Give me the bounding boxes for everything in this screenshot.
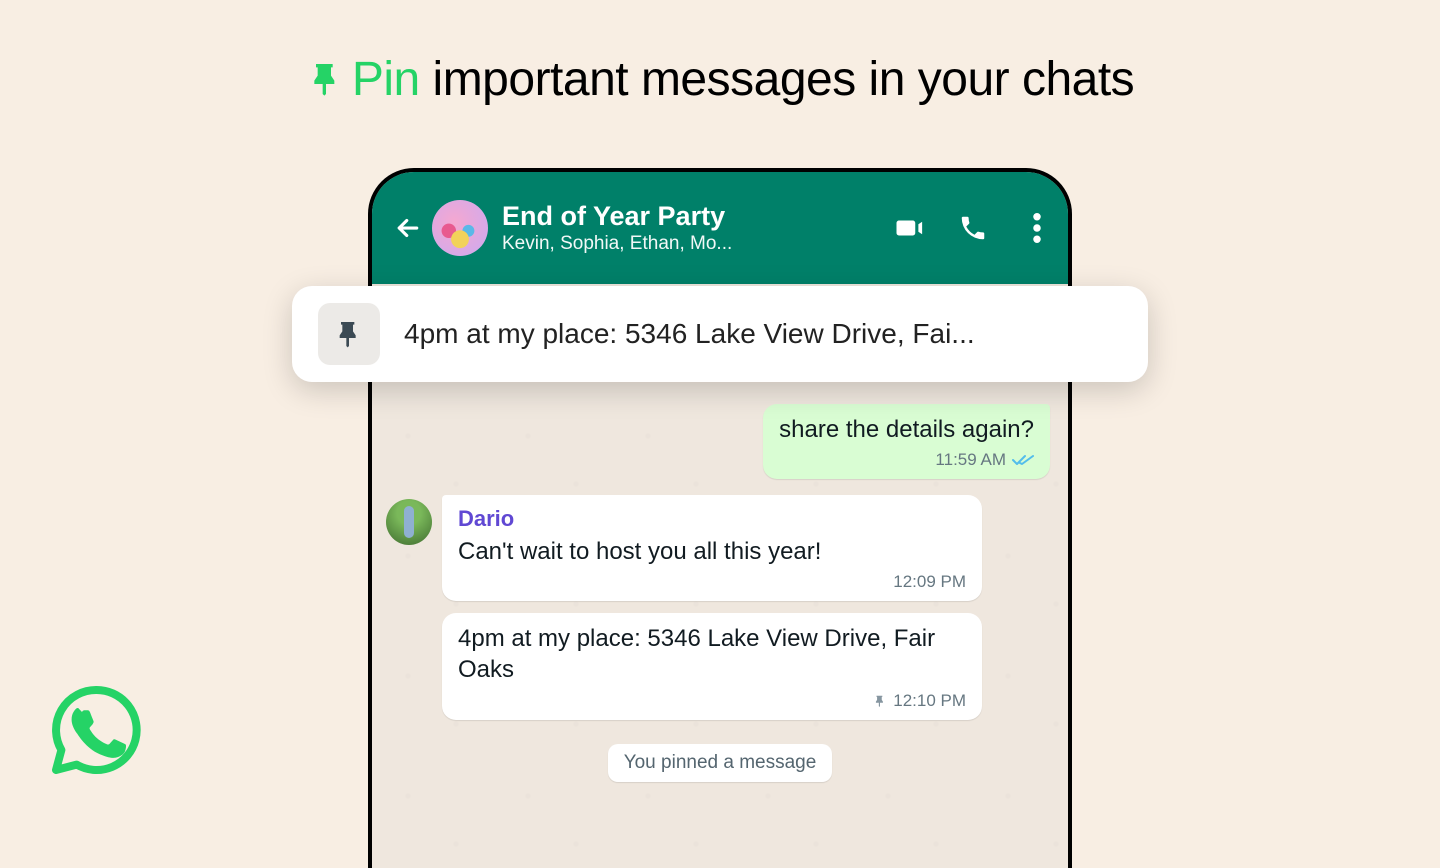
sender-avatar[interactable] (386, 499, 432, 545)
message-received[interactable]: Dario Can't wait to host you all this ye… (372, 493, 1068, 611)
pin-icon (306, 59, 346, 99)
pin-indicator-icon (873, 694, 887, 708)
promo-headline: Pin important messages in your chats (0, 52, 1440, 107)
chat-header: End of Year Party Kevin, Sophia, Ethan, … (372, 172, 1068, 284)
video-call-button[interactable] (894, 213, 924, 243)
headline-accent: Pin (352, 53, 420, 106)
group-avatar[interactable] (432, 200, 488, 256)
phone-frame: End of Year Party Kevin, Sophia, Ethan, … (368, 168, 1072, 868)
voice-call-button[interactable] (958, 213, 988, 243)
message-text: share the details again? (779, 414, 1034, 445)
pinned-message-banner[interactable]: 4pm at my place: 5346 Lake View Drive, F… (292, 286, 1148, 382)
message-time: 11:59 AM (935, 449, 1006, 471)
back-button[interactable] (392, 212, 424, 244)
headline-rest: important messages in your chats (420, 53, 1135, 106)
whatsapp-logo-icon (48, 682, 144, 778)
message-time: 12:10 PM (893, 690, 966, 712)
sender-name: Dario (458, 505, 966, 534)
pinned-message-text: 4pm at my place: 5346 Lake View Drive, F… (404, 318, 975, 350)
chat-subtitle: Kevin, Sophia, Ethan, Mo... (502, 233, 884, 255)
more-menu-button[interactable] (1022, 213, 1052, 243)
message-text: 4pm at my place: 5346 Lake View Drive, F… (458, 623, 966, 685)
chat-header-text[interactable]: End of Year Party Kevin, Sophia, Ethan, … (502, 201, 884, 254)
system-notice: You pinned a message (608, 744, 833, 782)
message-received-pinned[interactable]: 4pm at my place: 5346 Lake View Drive, F… (372, 611, 1068, 729)
read-ticks-icon (1012, 452, 1034, 468)
message-text: Can't wait to host you all this year! (458, 536, 966, 567)
pin-chip-icon (318, 303, 380, 365)
chat-title: End of Year Party (502, 201, 884, 232)
message-time: 12:09 PM (893, 571, 966, 593)
message-sent[interactable]: share the details again? 11:59 AM (372, 404, 1068, 493)
